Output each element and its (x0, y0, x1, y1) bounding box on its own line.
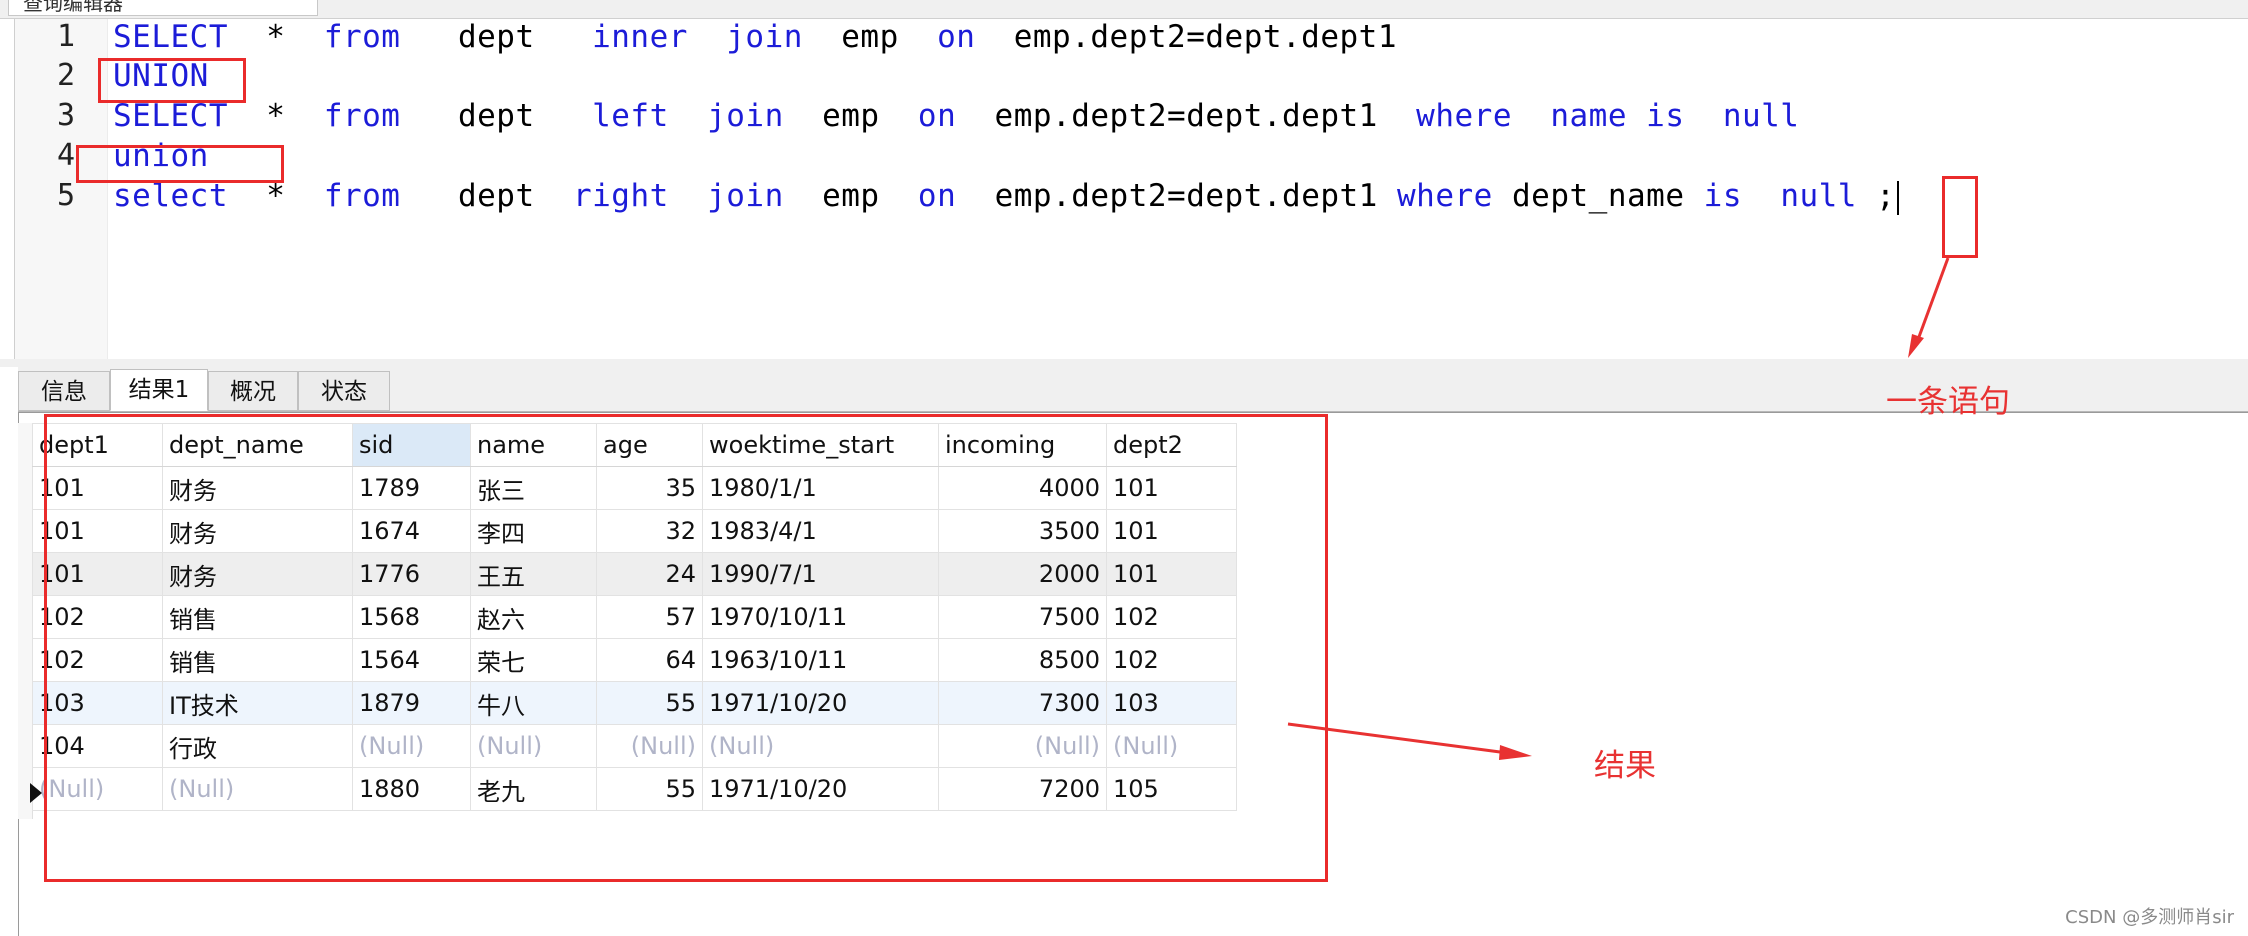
result-arrow-head (1499, 745, 1532, 760)
result-annotation: 结果 (1594, 748, 1656, 784)
result-arrow-line (1287, 722, 1501, 754)
statement-arrow-head (1908, 334, 1924, 358)
statement-arrow-line (1914, 257, 1950, 346)
watermark: CSDN @多测师肖sir (2065, 907, 2234, 928)
annotation-arrows (1287, 257, 1950, 760)
statement-annotation: 一条语句 (1886, 384, 2010, 420)
